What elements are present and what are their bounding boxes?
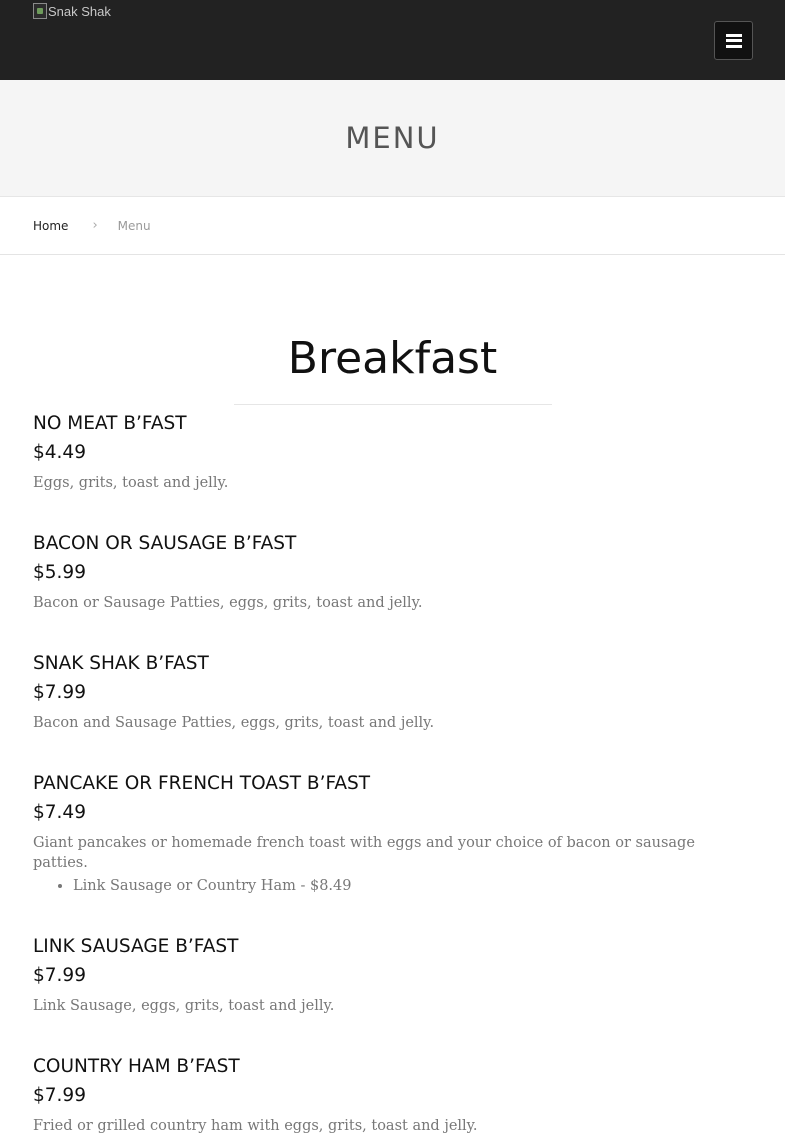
menu-item: SNAK SHAK B’FAST $7.99 Bacon and Sausage… — [33, 653, 752, 733]
logo-alt-text: Snak Shak — [48, 3, 111, 19]
item-description: Bacon and Sausage Patties, eggs, grits, … — [33, 715, 435, 731]
item-option: Link Sausage or Country Ham - $8.49 — [73, 876, 752, 896]
item-description: Giant pancakes or homemade french toast … — [33, 835, 695, 871]
item-price: $4.49 — [33, 442, 86, 463]
menu-content: Breakfast NO MEAT B’FAST $4.49 Eggs, gri… — [0, 333, 785, 1136]
item-price: $7.99 — [33, 965, 86, 986]
menu-item: NO MEAT B’FAST $4.49 Eggs, grits, toast … — [33, 413, 752, 493]
menu-item: COUNTRY HAM B’FAST $7.99 Fried or grille… — [33, 1056, 752, 1136]
page-title-band: MENU — [0, 80, 785, 197]
hamburger-icon — [725, 33, 742, 48]
item-name: PANCAKE OR FRENCH TOAST B’FAST — [33, 773, 371, 794]
item-name: NO MEAT B’FAST — [33, 413, 187, 434]
item-name: LINK SAUSAGE B’FAST — [33, 936, 239, 957]
section-title: Breakfast — [287, 333, 498, 384]
breadcrumb-current: Menu — [117, 218, 151, 233]
page-title: MENU — [345, 121, 440, 155]
item-description: Eggs, grits, toast and jelly. — [33, 475, 229, 491]
site-header: Snak Shak — [0, 0, 785, 80]
menu-toggle-button[interactable] — [714, 21, 753, 60]
breadcrumb-home-link[interactable]: Home — [33, 219, 68, 233]
item-price: $7.99 — [33, 682, 86, 703]
menu-item: BACON OR SAUSAGE B’FAST $5.99 Bacon or S… — [33, 533, 752, 613]
item-price: $7.99 — [33, 1085, 86, 1106]
breadcrumb: Home › Menu — [0, 197, 785, 255]
chevron-right-icon: › — [92, 218, 98, 233]
item-description: Bacon or Sausage Patties, eggs, grits, t… — [33, 595, 423, 611]
item-price: $5.99 — [33, 562, 86, 583]
item-description: Fried or grilled country ham with eggs, … — [33, 1118, 478, 1134]
item-name: COUNTRY HAM B’FAST — [33, 1056, 240, 1077]
section-divider — [233, 404, 552, 405]
item-options-list: Link Sausage or Country Ham - $8.49 — [33, 876, 752, 896]
item-name: BACON OR SAUSAGE B’FAST — [33, 533, 297, 554]
item-price: $7.49 — [33, 802, 86, 823]
item-name: SNAK SHAK B’FAST — [33, 653, 209, 674]
menu-item: PANCAKE OR FRENCH TOAST B’FAST $7.49 Gia… — [33, 773, 752, 896]
broken-image-icon — [33, 3, 47, 19]
logo-link[interactable]: Snak Shak — [33, 3, 111, 19]
item-description: Link Sausage, eggs, grits, toast and jel… — [33, 998, 335, 1014]
menu-item: LINK SAUSAGE B’FAST $7.99 Link Sausage, … — [33, 936, 752, 1016]
